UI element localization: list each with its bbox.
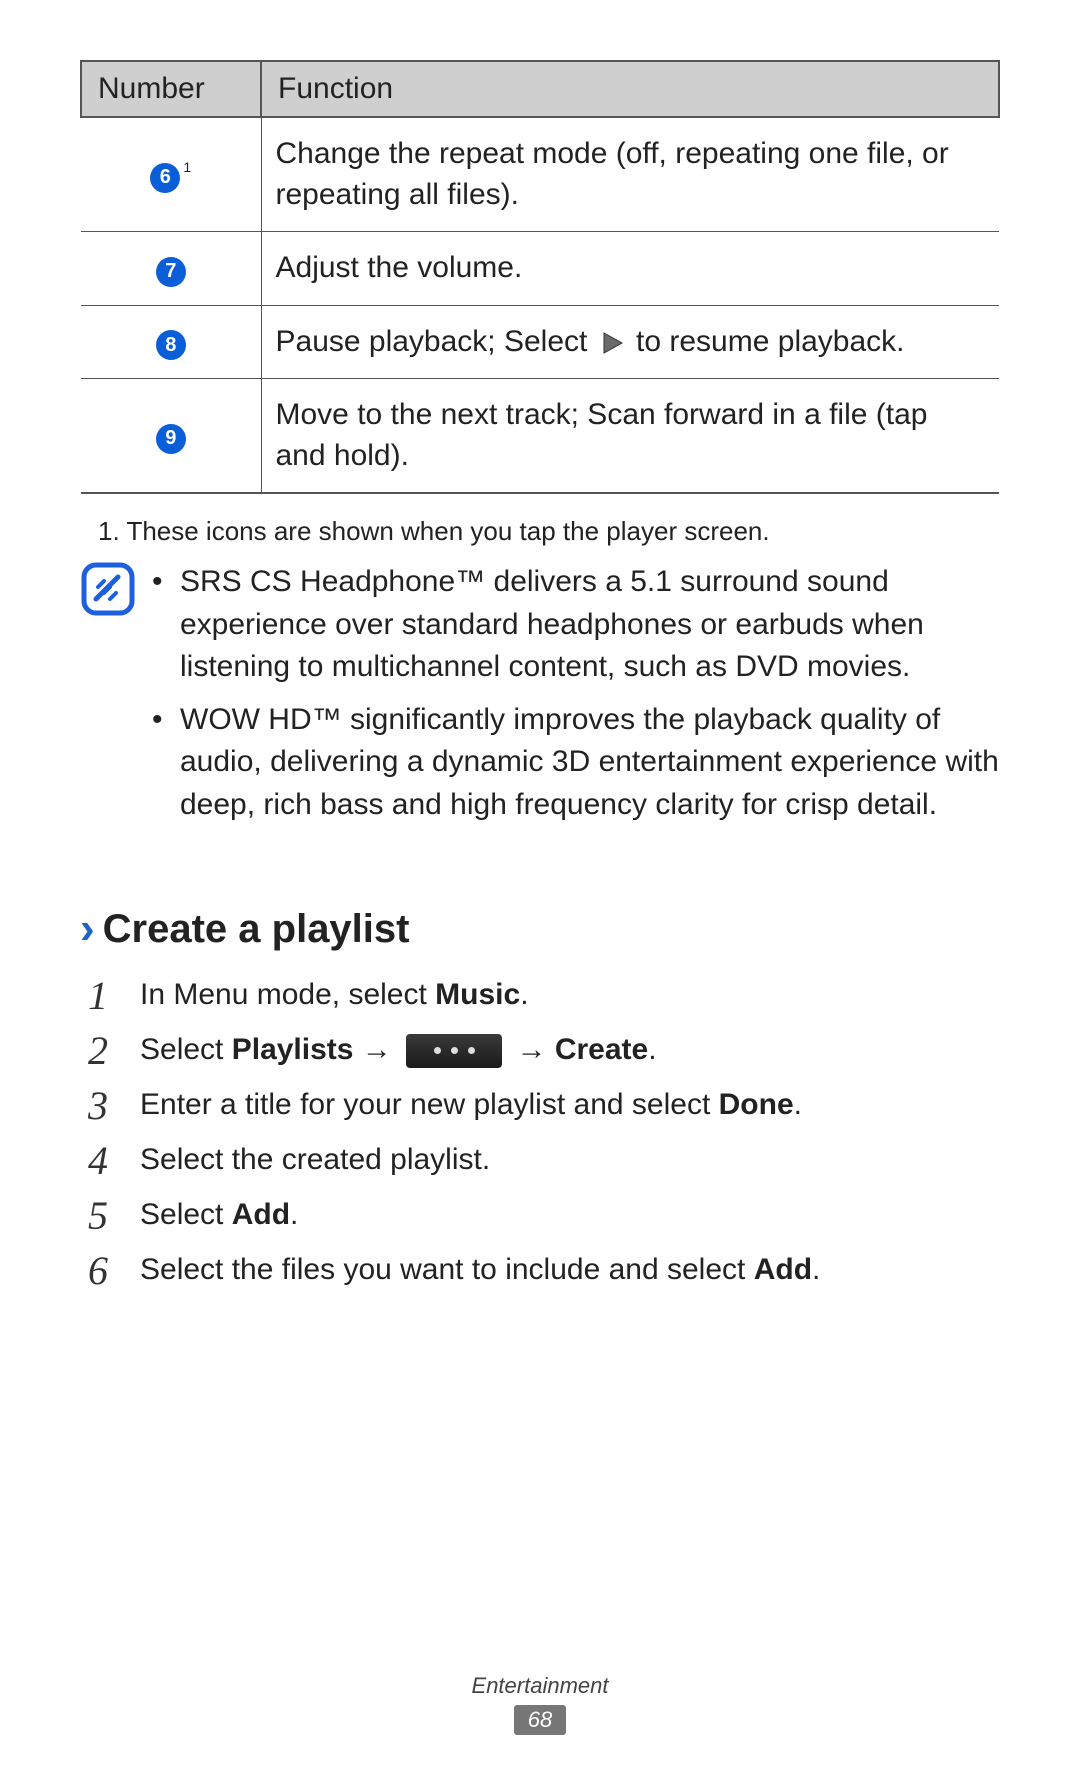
table-footnote: 1. These icons are shown when you tap th… [98, 516, 1000, 547]
step-number: 6 [88, 1241, 108, 1301]
page-footer: Entertainment 68 [0, 1673, 1080, 1735]
func-text-a: Pause playback; Select [276, 325, 596, 358]
table-row: 61 Change the repeat mode (off, repeatin… [81, 117, 999, 232]
step-bold: Done [719, 1088, 794, 1121]
section-create-playlist: › Create a playlist 1 In Menu mode, sele… [80, 907, 1000, 1292]
row-number-cell: 8 [81, 305, 261, 379]
func-text-b: to resume playback. [636, 325, 904, 358]
row-number-cell: 61 [81, 117, 261, 232]
section-title-text: Create a playlist [103, 907, 410, 952]
row-function-cell: Change the repeat mode (off, repeating o… [261, 117, 999, 232]
row-number-cell: 9 [81, 379, 261, 494]
note-block: SRS CS Headphone™ delivers a 5.1 surroun… [80, 561, 1000, 837]
step-text: Enter a title for your new playlist and … [140, 1088, 719, 1121]
step-text: Select [140, 1033, 232, 1066]
step-item: 3 Enter a title for your new playlist an… [80, 1082, 1000, 1127]
step-item: 1 In Menu mode, select Music. [80, 972, 1000, 1017]
row-number-cell: 7 [81, 232, 261, 306]
footer-category: Entertainment [0, 1673, 1080, 1699]
note-list: SRS CS Headphone™ delivers a 5.1 surroun… [152, 561, 1000, 837]
step-bold: Add [754, 1253, 812, 1286]
step-bold: Music [435, 978, 520, 1011]
step-text: . [812, 1253, 820, 1286]
circled-number-icon: 9 [156, 424, 186, 454]
row-function-cell: Adjust the volume. [261, 232, 999, 306]
step-item: 2 Select Playlists → → Create. [80, 1027, 1000, 1072]
note-icon [80, 561, 142, 622]
note-item: WOW HD™ significantly improves the playb… [152, 699, 1000, 827]
step-number: 2 [88, 1021, 108, 1081]
play-icon [600, 331, 624, 355]
table-header-row: Number Function [81, 61, 999, 117]
row-function-cell: Move to the next track; Scan forward in … [261, 379, 999, 494]
step-text: . [648, 1033, 656, 1066]
step-bold: Playlists [232, 1033, 354, 1066]
step-text: Select the created playlist. [140, 1143, 490, 1176]
step-item: 6 Select the files you want to include a… [80, 1247, 1000, 1292]
step-text: . [290, 1198, 298, 1231]
step-number: 1 [88, 966, 108, 1026]
footnote-ref: 1 [183, 159, 191, 175]
step-number: 5 [88, 1186, 108, 1246]
circled-number-icon: 7 [156, 257, 186, 287]
header-function: Function [261, 61, 999, 117]
footer-page-number: 68 [514, 1705, 566, 1735]
step-text: → [353, 1033, 400, 1066]
step-number: 4 [88, 1131, 108, 1191]
note-item: SRS CS Headphone™ delivers a 5.1 surroun… [152, 561, 1000, 689]
row-function-cell: Pause playback; Select to resume playbac… [261, 305, 999, 379]
table-row: 7 Adjust the volume. [81, 232, 999, 306]
table-row: 8 Pause playback; Select to resume playb… [81, 305, 999, 379]
step-bold: Create [555, 1033, 648, 1066]
menu-dots-icon [406, 1034, 502, 1068]
step-text: . [794, 1088, 802, 1121]
header-number: Number [81, 61, 261, 117]
step-item: 5 Select Add. [80, 1192, 1000, 1237]
table-row: 9 Move to the next track; Scan forward i… [81, 379, 999, 494]
manual-page: Number Function 61 Change the repeat mod… [0, 0, 1080, 1771]
step-text: In Menu mode, select [140, 978, 435, 1011]
function-table: Number Function 61 Change the repeat mod… [80, 60, 1000, 494]
step-item: 4 Select the created playlist. [80, 1137, 1000, 1182]
step-text: . [520, 978, 528, 1011]
circled-number-icon: 6 [150, 163, 180, 193]
steps-list: 1 In Menu mode, select Music. 2 Select P… [80, 972, 1000, 1292]
step-bold: Add [232, 1198, 290, 1231]
chevron-right-icon: › [80, 907, 95, 951]
step-text: → [516, 1033, 554, 1066]
circled-number-icon: 8 [156, 330, 186, 360]
step-text: Select the files you want to include and… [140, 1253, 754, 1286]
step-number: 3 [88, 1076, 108, 1136]
section-title: › Create a playlist [80, 907, 1000, 952]
step-text: Select [140, 1198, 232, 1231]
